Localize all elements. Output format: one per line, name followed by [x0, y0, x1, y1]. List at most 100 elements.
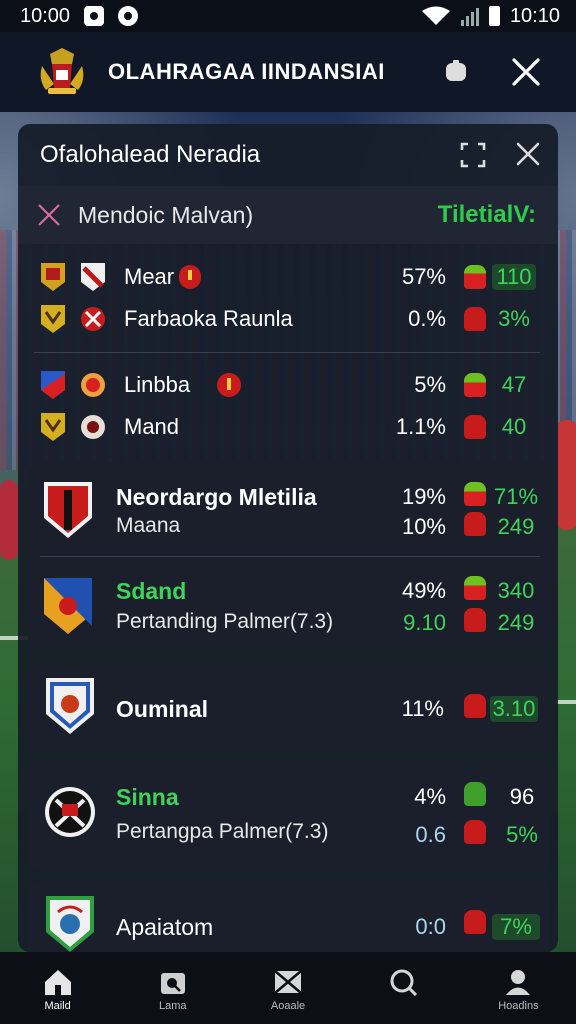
team-name: Mear: [124, 264, 175, 289]
nav-item-messages[interactable]: Aoaale: [230, 952, 345, 1024]
nav-item-camera[interactable]: Lama: [115, 952, 230, 1024]
nav-label: Maild: [44, 1000, 71, 1012]
signal-icon: [460, 6, 479, 26]
team-crest-icon: [44, 578, 92, 634]
team-percent: 5%: [414, 372, 446, 397]
search-icon: [390, 969, 418, 996]
notifications-button[interactable]: [436, 52, 476, 92]
filter-name: Mendoic Malvan): [78, 201, 254, 228]
team-score: 110: [492, 264, 536, 290]
form-indicator-icon: [464, 373, 486, 397]
notification-icon: [84, 6, 105, 26]
divider: [34, 352, 540, 353]
form-indicator-icon: [464, 608, 486, 632]
team-crest-icon: [81, 307, 105, 331]
form-indicator-icon: [464, 576, 486, 600]
clear-filter-icon[interactable]: [36, 202, 62, 228]
form-indicator-icon: [464, 820, 486, 844]
app-logo-icon: [40, 48, 84, 94]
filter-row[interactable]: Mendoic Malvan) TiletialV:: [18, 186, 558, 244]
team-score: 249: [497, 610, 535, 635]
team-percent: 10%: [401, 514, 446, 539]
match-team-row[interactable]: Mear 57% 110: [18, 256, 558, 298]
panel-title: Ofalohalead Neradia: [40, 141, 261, 168]
team-subtitle: Pertanding Palmer(7.3): [116, 610, 334, 633]
pitch-line: [556, 700, 576, 704]
form-indicator-icon: [464, 265, 486, 289]
nav-label: Lama: [159, 1000, 187, 1012]
match-card[interactable]: Apaiatom 0:0 7%: [28, 880, 550, 952]
team-score: 5%: [506, 822, 538, 847]
team-crest-icon: [46, 678, 94, 734]
match-card[interactable]: Ouminal 11% 3.10: [28, 662, 550, 752]
team-percent: 49%: [401, 578, 446, 603]
bell-icon: [446, 60, 466, 81]
home-icon: [44, 970, 71, 995]
form-indicator-icon: [464, 694, 486, 718]
form-indicator-icon: [464, 782, 486, 806]
form-indicator-icon: [464, 482, 486, 506]
match-card[interactable]: Sinna Pertangpa Palmer(7.3) 4% 96 0.6 5%: [28, 762, 550, 872]
team-name: Mand: [124, 414, 180, 439]
team-score: 40: [501, 414, 527, 439]
player-figure: [0, 480, 18, 560]
match-team-row[interactable]: Farbaoka Raunla 0.% 3%: [18, 298, 558, 340]
nav-item-home[interactable]: Maild: [0, 952, 115, 1024]
divider: [40, 556, 540, 557]
team-name: Sinna: [116, 784, 179, 810]
wifi-icon: [421, 6, 451, 26]
league-badge-icon: [41, 371, 65, 399]
form-indicator-icon: [464, 512, 486, 536]
nav-label: Aoaale: [270, 1000, 306, 1012]
team-score: 3.10: [490, 696, 538, 722]
team-score: 7%: [492, 914, 540, 940]
team-score: 47: [501, 372, 527, 397]
status-bar: 10:00 10:10: [0, 0, 576, 32]
form-indicator-icon: [464, 307, 486, 331]
team-percent: 19%: [401, 484, 446, 509]
nav-item-search[interactable]: [346, 952, 461, 1024]
status-time: 10:00: [20, 4, 71, 27]
app-title: OLAHRAGAA IINDANSIAI: [108, 59, 385, 84]
team-name: Apaiatom: [116, 914, 214, 940]
team-score: 96: [509, 784, 535, 809]
expand-button[interactable]: [460, 142, 486, 168]
record-icon: [118, 6, 139, 26]
team-subtitle: Pertangpa Palmer(7.3): [116, 820, 329, 843]
team-score: 3%: [498, 306, 530, 331]
envelope-icon: [274, 970, 302, 994]
team-name: Ouminal: [116, 696, 209, 722]
league-badge-icon: [41, 305, 65, 333]
nav-label: Hoadins: [498, 1000, 539, 1012]
match-team-row[interactable]: Mand 1.1% 40: [18, 406, 558, 448]
team-percent: 0:0: [415, 914, 446, 939]
match-card[interactable]: Neordargo Mletilia Maana 19% 71% 10% 249…: [28, 462, 552, 650]
close-icon: [516, 142, 540, 166]
team-crest-icon: [81, 373, 105, 397]
app-header: OLAHRAGAA IINDANSIAI: [0, 32, 576, 112]
team-percent: 0.%: [408, 306, 446, 331]
league-badge-icon: [41, 413, 65, 441]
team-subtitle: Maana: [116, 514, 181, 537]
team-crest-icon: [81, 263, 105, 291]
profile-icon: [506, 970, 531, 995]
status-time-right: 10:10: [509, 4, 560, 27]
team-percent: 1.1%: [395, 414, 446, 439]
form-indicator-icon: [464, 415, 486, 439]
nav-item-profile[interactable]: Hoadins: [461, 952, 576, 1024]
close-button[interactable]: [506, 52, 546, 92]
team-percent: 0.6: [415, 822, 446, 847]
close-icon: [512, 58, 540, 86]
team-score: 249: [497, 514, 535, 539]
team-crest-icon: [46, 896, 94, 952]
team-percent: 9.10: [403, 610, 446, 635]
team-crest-icon: [81, 415, 105, 439]
panel-close-button[interactable]: [514, 140, 542, 168]
match-team-row[interactable]: Linbba 5% 47: [18, 364, 558, 406]
team-name: Sdand: [116, 578, 187, 604]
team-crest-icon: [45, 787, 95, 837]
team-percent: 11%: [401, 696, 444, 721]
team-name: Neordargo Mletilia: [116, 484, 317, 510]
form-indicator-icon: [464, 910, 486, 934]
camera-search-icon: [160, 973, 185, 994]
